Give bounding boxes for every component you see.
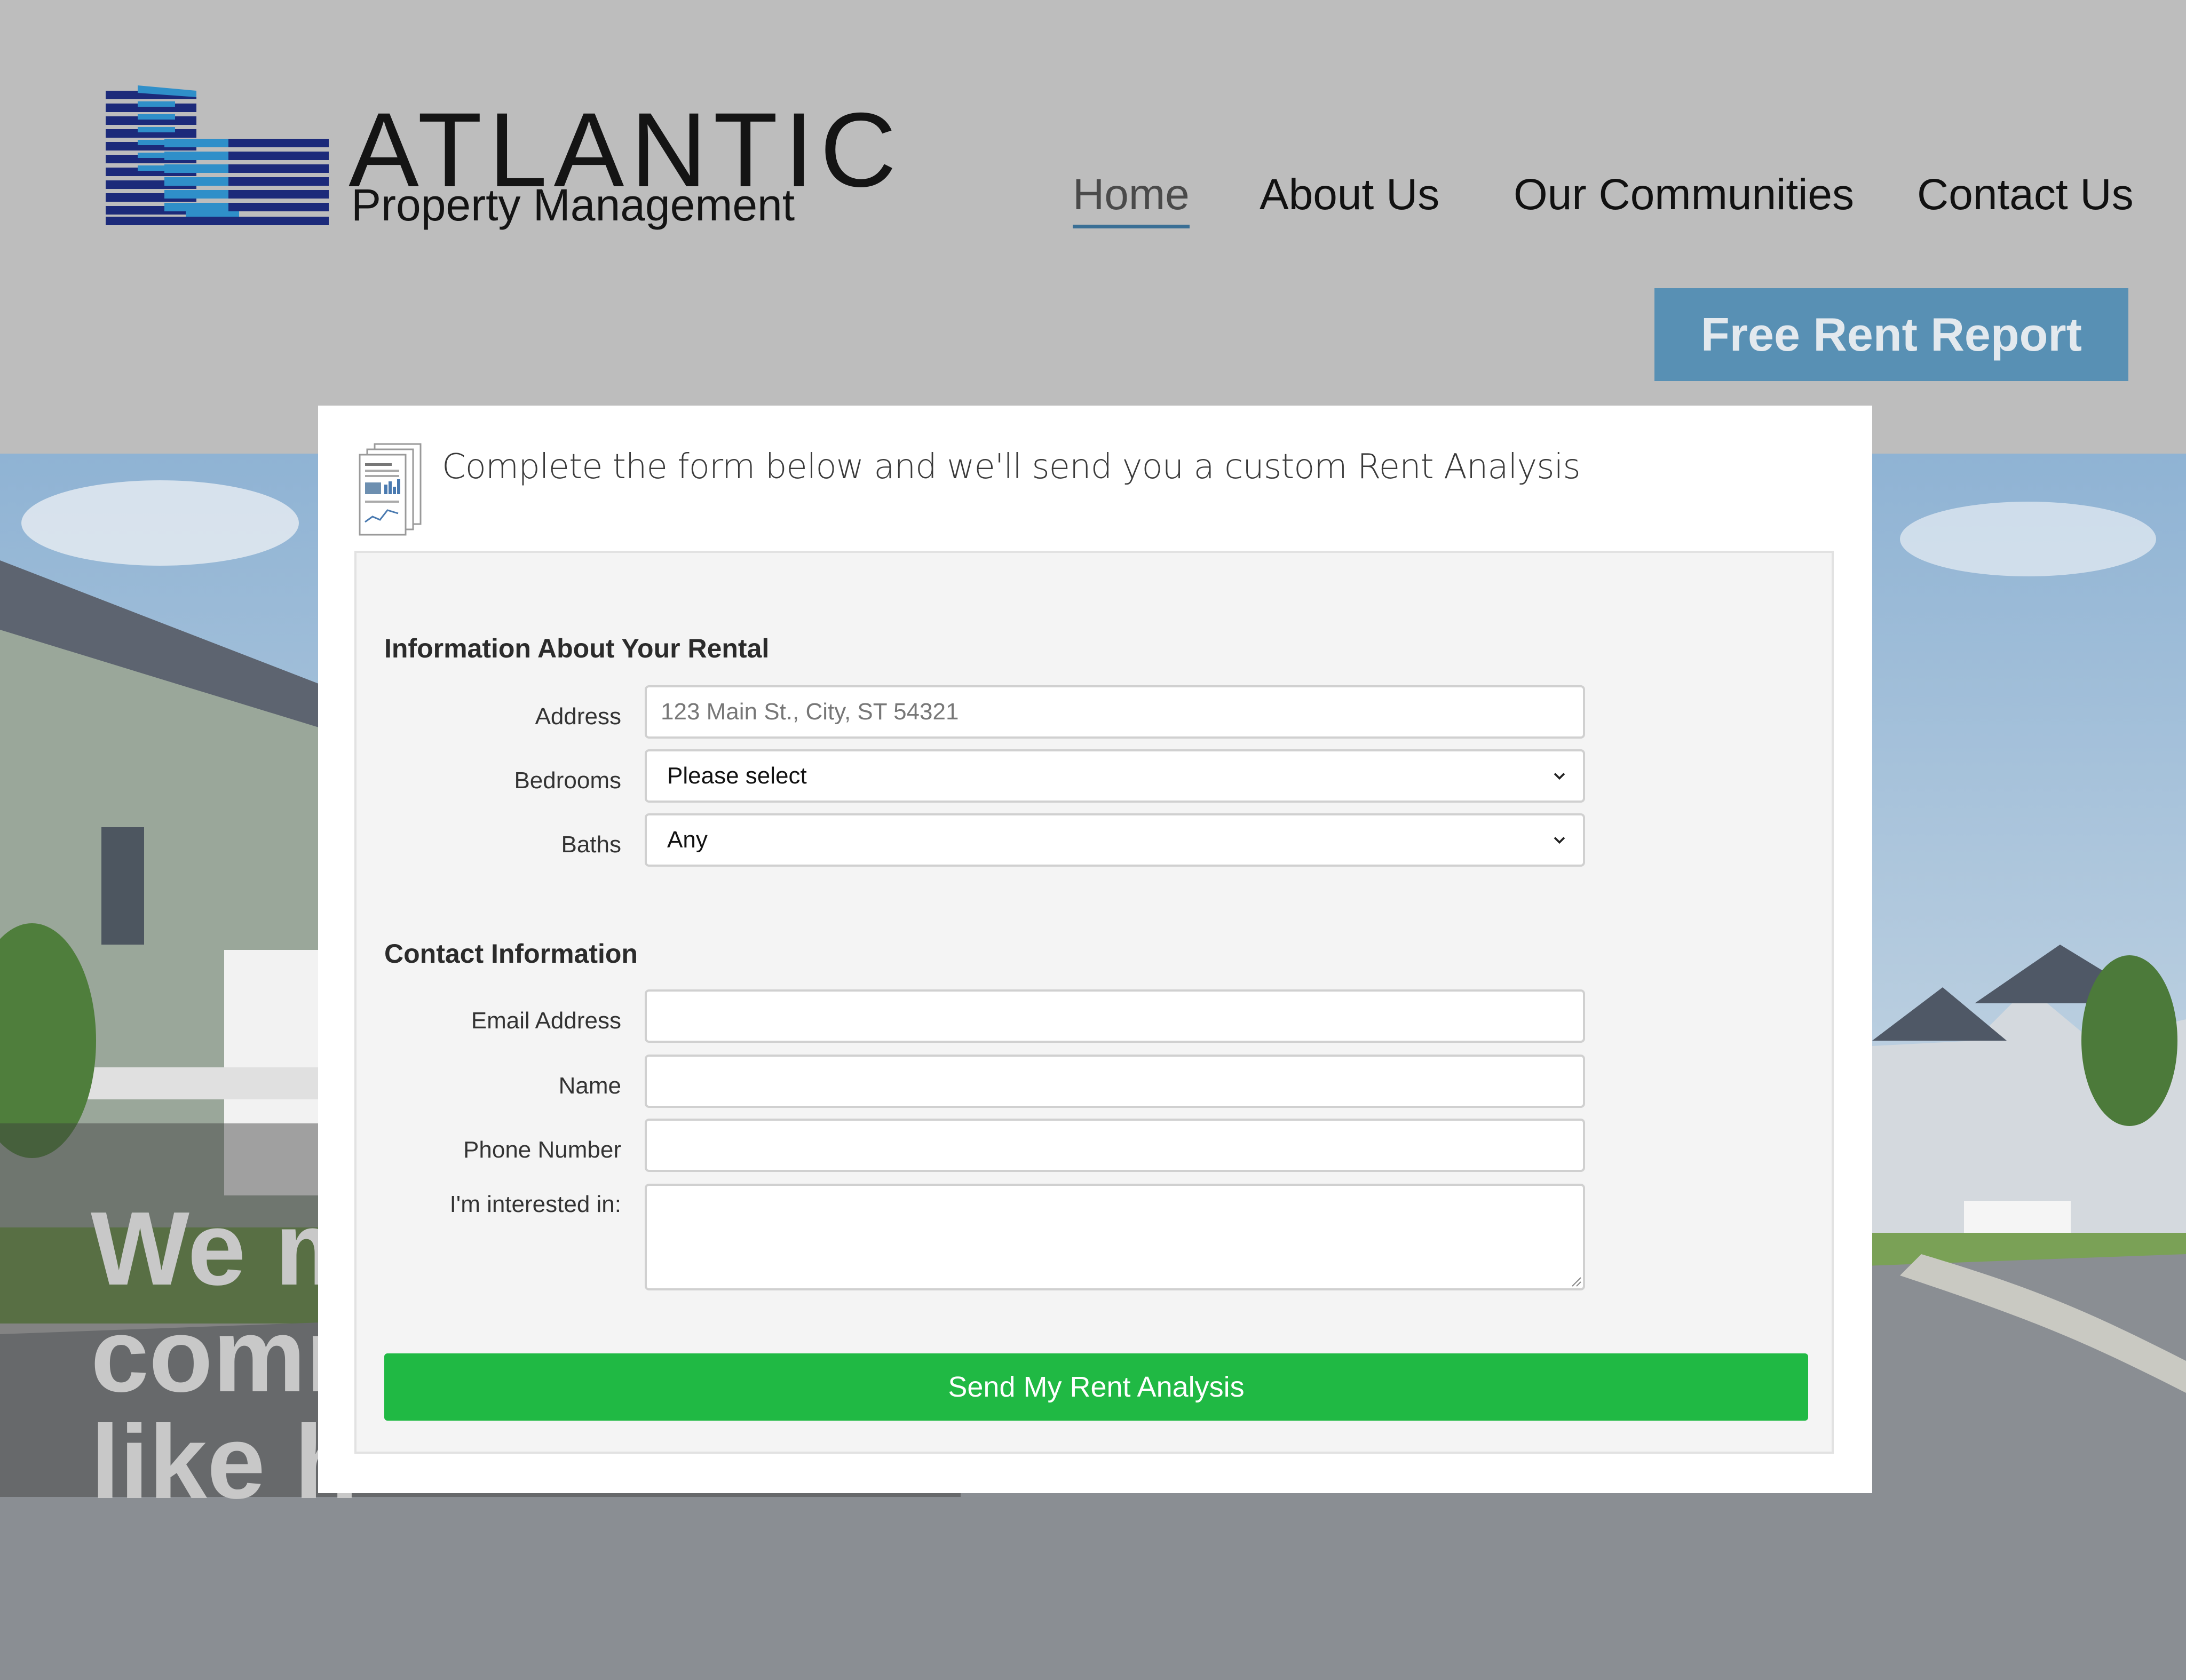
bedrooms-selected-value: Please select <box>667 763 807 789</box>
address-input[interactable] <box>645 685 1585 739</box>
free-rent-report-button[interactable]: Free Rent Report <box>1654 288 2128 381</box>
main-nav: Home About Us Our Communities Contact Us <box>0 170 2186 235</box>
name-label: Name <box>558 1073 621 1099</box>
rent-analysis-modal: Complete the form below and we'll send y… <box>318 406 1872 1493</box>
nav-about-us[interactable]: About Us <box>1260 170 1439 219</box>
bedrooms-select[interactable]: Please select <box>645 749 1585 803</box>
phone-field[interactable] <box>645 1119 1585 1172</box>
phone-label: Phone Number <box>463 1137 621 1163</box>
interest-textarea[interactable] <box>645 1184 1585 1290</box>
site-header: ATLANTIC Property Management Home About … <box>0 0 2186 454</box>
nav-contact-us[interactable]: Contact Us <box>1917 170 2134 219</box>
email-field[interactable] <box>645 989 1585 1043</box>
baths-label: Baths <box>561 831 621 858</box>
send-rent-analysis-button[interactable]: Send My Rent Analysis <box>384 1353 1808 1421</box>
baths-select[interactable]: Any <box>645 813 1585 867</box>
modal-heading: Complete the form below and we'll send y… <box>442 447 1581 487</box>
resize-handle-icon[interactable] <box>1570 1275 1582 1287</box>
rental-section-title: Information About Your Rental <box>384 633 770 663</box>
baths-selected-value: Any <box>667 827 708 853</box>
nav-our-communities[interactable]: Our Communities <box>1514 170 1854 219</box>
chevron-down-icon <box>1554 773 1565 780</box>
interest-label: I'm interested in: <box>449 1191 621 1217</box>
contact-section-title: Contact Information <box>384 939 638 969</box>
chevron-down-icon <box>1554 837 1565 844</box>
rent-analysis-form: Information About Your Rental Address Be… <box>354 551 1834 1454</box>
email-label: Email Address <box>471 1008 621 1034</box>
address-label: Address <box>535 703 621 730</box>
nav-home[interactable]: Home <box>1073 170 1190 229</box>
report-document-icon <box>359 443 422 536</box>
bedrooms-label: Bedrooms <box>514 767 621 794</box>
name-field[interactable] <box>645 1055 1585 1108</box>
